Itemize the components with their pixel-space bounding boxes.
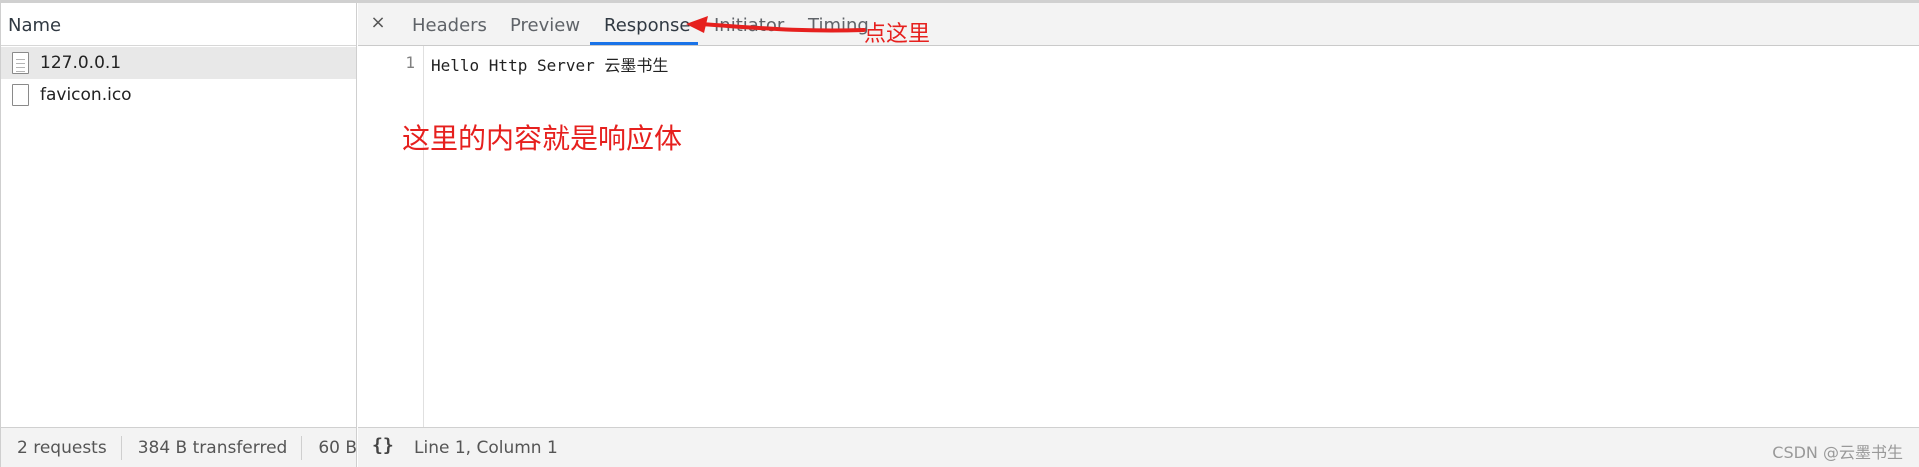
response-viewer[interactable]: 1 Hello Http Server 云墨书生: [358, 46, 1919, 427]
name-column-header[interactable]: Name: [1, 3, 356, 46]
annotation-response-body: 这里的内容就是响应体: [402, 122, 683, 155]
document-icon: [12, 52, 29, 74]
tab-initiator[interactable]: Initiator: [714, 15, 784, 36]
watermark: CSDN @云墨书生: [1772, 443, 1903, 462]
tab-response[interactable]: Response: [604, 15, 690, 36]
detail-tab-bar: × Headers Preview Response Initiator Tim…: [358, 3, 1919, 46]
editor-status-bar: {} Line 1, Column 1 CSDN @云墨书生: [358, 427, 1919, 467]
request-row-127[interactable]: 127.0.0.1: [1, 47, 356, 79]
response-body-text: Hello Http Server 云墨书生: [431, 56, 669, 75]
tab-preview[interactable]: Preview: [510, 15, 580, 36]
network-summary-bar: 2 requests 384 B transferred 60 B r: [1, 427, 356, 467]
transferred-size: 384 B transferred: [137, 437, 288, 458]
request-name: 127.0.0.1: [40, 53, 122, 73]
cursor-position: Line 1, Column 1: [414, 438, 558, 458]
file-icon: [12, 84, 29, 106]
tab-timing[interactable]: Timing: [808, 15, 869, 36]
close-icon[interactable]: ×: [368, 12, 388, 33]
request-list-panel: Name 127.0.0.1 favicon.ico 2 requests 38…: [0, 3, 357, 467]
line-number: 1: [405, 53, 415, 72]
active-tab-indicator: [590, 42, 698, 45]
request-row-favicon[interactable]: favicon.ico: [1, 79, 356, 111]
request-name: favicon.ico: [40, 85, 132, 105]
pretty-print-icon[interactable]: {}: [372, 435, 394, 456]
request-detail-panel: × Headers Preview Response Initiator Tim…: [358, 3, 1919, 467]
request-count: 2 requests: [17, 437, 107, 458]
line-number-gutter: 1: [358, 46, 424, 427]
resources-size: 60 B r: [318, 437, 356, 458]
annotation-click-here: 点这里: [864, 22, 931, 47]
tab-headers[interactable]: Headers: [412, 15, 487, 36]
